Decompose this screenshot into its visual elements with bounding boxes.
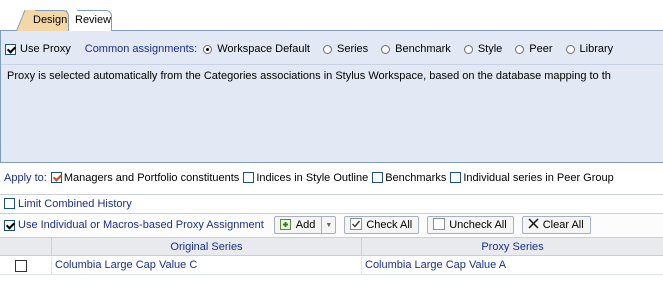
radio-series[interactable]: Series — [322, 43, 368, 55]
limit-combined-history-checkbox[interactable] — [4, 198, 15, 209]
add-icon — [279, 218, 292, 233]
apply-indices-label[interactable]: Indices in Style Outline — [256, 172, 368, 184]
proxy-toolbar: Use Individual or Macros-based Proxy Ass… — [0, 213, 663, 236]
uncheck-all-icon — [433, 217, 446, 233]
check-all-label: Check All — [366, 219, 413, 231]
uncheck-all-button[interactable]: Uncheck All — [427, 216, 514, 234]
tab-review[interactable]: Review — [66, 10, 112, 31]
tab-review-label: Review — [75, 14, 112, 26]
apply-indices-checkbox[interactable] — [243, 172, 255, 183]
use-proxy-checkbox[interactable] — [5, 43, 16, 55]
apply-managers[interactable]: Managers and Portfolio constituents — [50, 172, 240, 184]
radio-workspace-default-label[interactable]: Workspace Default — [217, 43, 310, 55]
check-all-icon — [350, 217, 363, 233]
row-checkbox[interactable] — [14, 260, 27, 272]
proxy-description: Proxy is selected automatically from the… — [1, 64, 663, 162]
grid-header-original-series[interactable]: Original Series — [52, 238, 362, 256]
apply-peer-series-checkbox[interactable] — [450, 172, 462, 183]
proxy-grid: Original Series Proxy Series Columbia La… — [0, 237, 663, 285]
clear-all-button[interactable]: Clear All — [521, 216, 591, 234]
radio-peer[interactable]: Peer — [515, 43, 553, 55]
add-dropdown-arrow[interactable]: ▼ — [322, 216, 337, 234]
radio-style-button[interactable] — [463, 44, 473, 54]
radio-benchmark-button[interactable] — [381, 44, 391, 54]
apply-benchmarks-label[interactable]: Benchmarks — [385, 172, 446, 184]
table-row[interactable]: Columbia Large Cap Value C Columbia Larg… — [0, 257, 663, 275]
clear-x-icon — [528, 218, 539, 232]
tab-design-label: Design — [33, 14, 68, 26]
radio-benchmark-label[interactable]: Benchmark — [395, 43, 451, 55]
apply-managers-checkbox[interactable] — [50, 172, 62, 183]
proxy-row: Use Proxy Common assignments: Workspace … — [5, 42, 626, 56]
radio-series-button[interactable] — [322, 44, 332, 54]
apply-peer-series[interactable]: Individual series in Peer Group — [450, 172, 614, 184]
tab-design[interactable]: Design — [24, 10, 69, 31]
clear-all-label: Clear All — [542, 219, 584, 231]
use-individual-checkbox[interactable] — [4, 219, 15, 231]
apply-managers-label[interactable]: Managers and Portfolio constituents — [64, 172, 240, 184]
radio-library[interactable]: Library — [565, 43, 614, 55]
uncheck-all-label: Uncheck All — [449, 219, 507, 231]
apply-to-row: Apply to: Managers and Portfolio constit… — [0, 162, 663, 192]
tab-strip: Design Review — [0, 0, 663, 31]
apply-indices[interactable]: Indices in Style Outline — [243, 172, 368, 184]
use-individual-label[interactable]: Use Individual or Macros-based Proxy Ass… — [18, 219, 264, 231]
grid-header-check — [0, 238, 52, 256]
radio-library-label[interactable]: Library — [580, 43, 614, 55]
row-proxy-series[interactable]: Columbia Large Cap Value A — [362, 257, 663, 275]
common-assignments-label: Common assignments: — [84, 43, 198, 55]
radio-library-button[interactable] — [565, 44, 575, 54]
add-button[interactable]: Add — [273, 216, 323, 234]
radio-style[interactable]: Style — [463, 43, 502, 55]
add-split-button: Add ▼ — [273, 216, 337, 234]
apply-benchmarks-checkbox[interactable] — [372, 172, 384, 183]
row-original-series[interactable]: Columbia Large Cap Value C — [52, 257, 362, 275]
apply-benchmarks[interactable]: Benchmarks — [372, 172, 446, 184]
design-panel: Use Proxy Common assignments: Workspace … — [0, 31, 663, 162]
grid-header-proxy-series[interactable]: Proxy Series — [362, 238, 663, 256]
apply-peer-series-label[interactable]: Individual series in Peer Group — [463, 172, 613, 184]
limit-combined-history-label[interactable]: Limit Combined History — [18, 198, 132, 210]
grid-header: Original Series Proxy Series — [0, 238, 663, 256]
row-check-cell — [0, 257, 52, 275]
apply-to-label: Apply to: — [4, 171, 47, 184]
radio-workspace-default[interactable]: Workspace Default — [203, 43, 310, 55]
radio-workspace-default-button[interactable] — [203, 44, 213, 54]
add-button-label: Add — [295, 219, 316, 231]
use-proxy-label[interactable]: Use Proxy — [20, 43, 71, 55]
radio-peer-label[interactable]: Peer — [529, 43, 552, 55]
radio-style-label[interactable]: Style — [478, 43, 502, 55]
radio-benchmark[interactable]: Benchmark — [381, 43, 451, 55]
check-all-button[interactable]: Check All — [344, 216, 420, 234]
radio-peer-button[interactable] — [515, 44, 525, 54]
radio-series-label[interactable]: Series — [337, 43, 368, 55]
limit-combined-history-row: Limit Combined History — [0, 194, 663, 212]
